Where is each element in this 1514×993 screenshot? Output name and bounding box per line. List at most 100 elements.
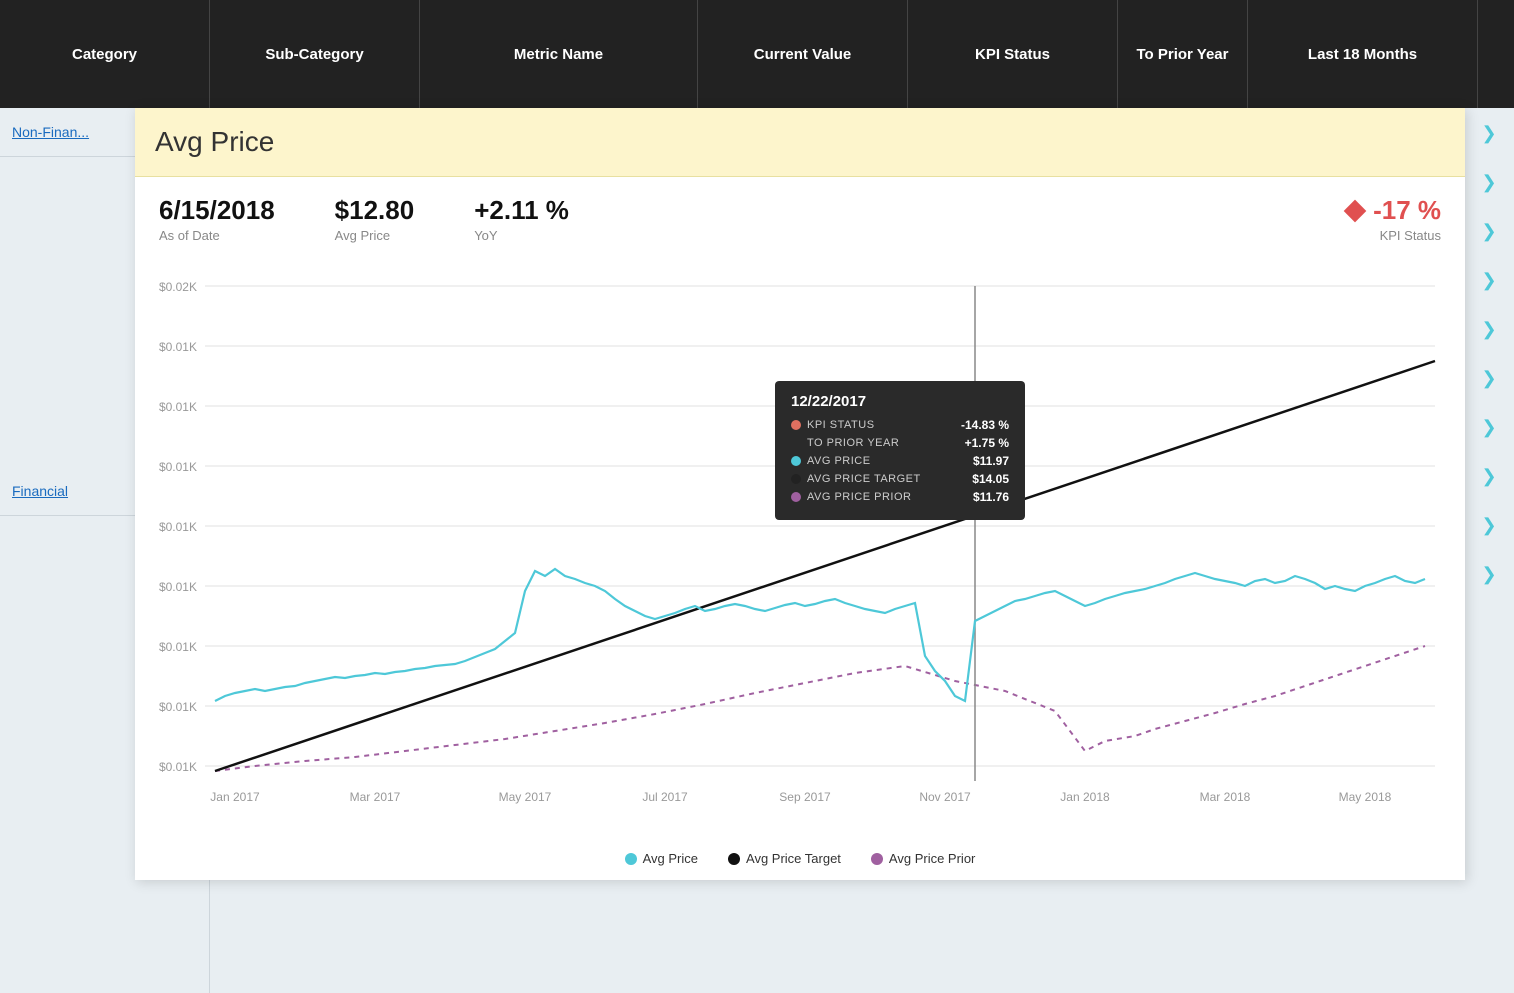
svg-text:Nov 2017: Nov 2017	[919, 790, 971, 804]
tooltip-label-target: AVG PRICE TARGET	[791, 473, 921, 485]
header-prior: To Prior Year	[1118, 0, 1248, 108]
stat-avgprice: $12.80 Avg Price	[335, 195, 415, 243]
svg-text:Jan 2018: Jan 2018	[1060, 790, 1110, 804]
tooltip-dot-kpi	[791, 420, 801, 430]
stat-avgprice-label: Avg Price	[335, 228, 415, 243]
legend-label-prior: Avg Price Prior	[889, 851, 975, 866]
header-current-label: Current Value	[754, 46, 852, 63]
panel-title: Avg Price	[155, 126, 274, 157]
legend-dot-target	[728, 853, 740, 865]
sidebar-label-financial: Financial	[12, 483, 68, 499]
svg-text:$0.01K: $0.01K	[159, 520, 197, 534]
svg-text:$0.01K: $0.01K	[159, 400, 197, 414]
header-prior-label: To Prior Year	[1137, 46, 1229, 63]
panel-title-bar: Avg Price	[135, 108, 1465, 177]
tooltip-dot-avgprice	[791, 456, 801, 466]
legend-prior: Avg Price Prior	[871, 851, 975, 866]
stat-yoy: +2.11 % YoY	[474, 195, 569, 243]
arrow-icon-9[interactable]: ❯	[1481, 515, 1496, 536]
tooltip-val-prior-year: +1.75 %	[965, 436, 1009, 450]
tooltip-label-prior-year: TO PRIOR YEAR	[791, 437, 899, 449]
svg-text:$0.01K: $0.01K	[159, 760, 197, 774]
arrow-icon-6[interactable]: ❯	[1481, 368, 1496, 389]
arrow-icon-8[interactable]: ❯	[1481, 466, 1496, 487]
tooltip-val-avgprice: $11.97	[973, 454, 1009, 468]
tooltip-label-prior: AVG PRICE PRIOR	[791, 491, 911, 503]
header-kpi: KPI Status	[908, 0, 1118, 108]
arrow-icon-7[interactable]: ❯	[1481, 417, 1496, 438]
tooltip-row-kpi: KPI STATUS -14.83 %	[791, 418, 1009, 432]
tooltip-val-prior: $11.76	[973, 490, 1009, 504]
svg-text:Jul 2017: Jul 2017	[642, 790, 688, 804]
expand-panel: Avg Price 6/15/2018 As of Date $12.80 Av…	[135, 108, 1465, 880]
tooltip-row-target: AVG PRICE TARGET $14.05	[791, 472, 1009, 486]
header-current: Current Value	[698, 0, 908, 108]
legend-dot-prior	[871, 853, 883, 865]
svg-text:$0.02K: $0.02K	[159, 280, 197, 294]
svg-text:$0.01K: $0.01K	[159, 580, 197, 594]
chart-area: $0.02K $0.01K $0.01K $0.01K $0.01K $0.01…	[155, 261, 1445, 831]
svg-text:May 2018: May 2018	[1339, 790, 1392, 804]
tooltip-text-prior: AVG PRICE PRIOR	[807, 491, 911, 503]
avg-price-line	[215, 569, 1425, 701]
svg-text:Jan 2017: Jan 2017	[210, 790, 260, 804]
header-metric: Metric Name	[420, 0, 698, 108]
sidebar-label-nonfinancial: Non-Finan...	[12, 124, 89, 140]
svg-text:Mar 2018: Mar 2018	[1200, 790, 1251, 804]
header-category: Category	[0, 0, 210, 108]
chart-svg: $0.02K $0.01K $0.01K $0.01K $0.01K $0.01…	[155, 261, 1445, 831]
legend-label-target: Avg Price Target	[746, 851, 841, 866]
legend-avgprice: Avg Price	[625, 851, 698, 866]
header-subcategory-label: Sub-Category	[265, 46, 363, 63]
kpi-percentage: -17 %	[1373, 195, 1441, 226]
arrow-icon-4[interactable]: ❯	[1481, 270, 1496, 291]
svg-text:May 2017: May 2017	[499, 790, 552, 804]
stat-kpi: -17 % KPI Status	[1347, 195, 1441, 243]
stat-kpi-value: -17 %	[1347, 195, 1441, 226]
panel-stats: 6/15/2018 As of Date $12.80 Avg Price +2…	[135, 177, 1465, 251]
tooltip-dot-prior	[791, 492, 801, 502]
svg-text:$0.01K: $0.01K	[159, 640, 197, 654]
stat-kpi-label: KPI Status	[1380, 228, 1441, 243]
table-body: Non-Finan... Financial Avg Price 6/15/20…	[0, 108, 1514, 993]
tooltip-row-prior-year: TO PRIOR YEAR +1.75 %	[791, 436, 1009, 450]
svg-text:$0.01K: $0.01K	[159, 700, 197, 714]
stat-date-value: 6/15/2018	[159, 195, 275, 226]
tooltip-text-kpi: KPI STATUS	[807, 419, 875, 431]
svg-text:Mar 2017: Mar 2017	[350, 790, 401, 804]
tooltip-text-avgprice: AVG PRICE	[807, 455, 871, 467]
tooltip-date: 12/22/2017	[791, 393, 1009, 410]
table-header: Category Sub-Category Metric Name Curren…	[0, 0, 1514, 108]
arrow-icon-10[interactable]: ❯	[1481, 564, 1496, 585]
tooltip-dot-target	[791, 474, 801, 484]
header-metric-label: Metric Name	[514, 46, 603, 63]
tooltip-text-prior-year: TO PRIOR YEAR	[807, 437, 899, 449]
tooltip-row-prior: AVG PRICE PRIOR $11.76	[791, 490, 1009, 504]
header-last18: Last 18 Months	[1248, 0, 1478, 108]
svg-text:Sep 2017: Sep 2017	[779, 790, 831, 804]
stat-date-label: As of Date	[159, 228, 275, 243]
legend-label-avgprice: Avg Price	[643, 851, 698, 866]
header-category-label: Category	[72, 46, 137, 63]
stat-yoy-value: +2.11 %	[474, 195, 569, 226]
tooltip-val-target: $14.05	[972, 472, 1009, 486]
stat-avgprice-value: $12.80	[335, 195, 415, 226]
header-last18-label: Last 18 Months	[1308, 46, 1417, 63]
arrow-icon-5[interactable]: ❯	[1481, 319, 1496, 340]
header-subcategory: Sub-Category	[210, 0, 420, 108]
chart-tooltip: 12/22/2017 KPI STATUS -14.83 % TO PRIOR …	[775, 381, 1025, 520]
arrow-icon-1[interactable]: ❯	[1481, 123, 1496, 144]
tooltip-text-target: AVG PRICE TARGET	[807, 473, 921, 485]
arrow-icon-2[interactable]: ❯	[1481, 172, 1496, 193]
diamond-icon	[1344, 199, 1367, 222]
stat-date: 6/15/2018 As of Date	[159, 195, 275, 243]
tooltip-label-avgprice: AVG PRICE	[791, 455, 871, 467]
svg-text:$0.01K: $0.01K	[159, 340, 197, 354]
right-arrows-column: ❯ ❯ ❯ ❯ ❯ ❯ ❯ ❯ ❯ ❯	[1464, 108, 1514, 993]
stat-yoy-label: YoY	[474, 228, 569, 243]
legend-dot-avgprice	[625, 853, 637, 865]
legend-target: Avg Price Target	[728, 851, 841, 866]
avg-price-prior-line	[215, 646, 1425, 771]
arrow-icon-3[interactable]: ❯	[1481, 221, 1496, 242]
tooltip-label-kpi: KPI STATUS	[791, 419, 875, 431]
